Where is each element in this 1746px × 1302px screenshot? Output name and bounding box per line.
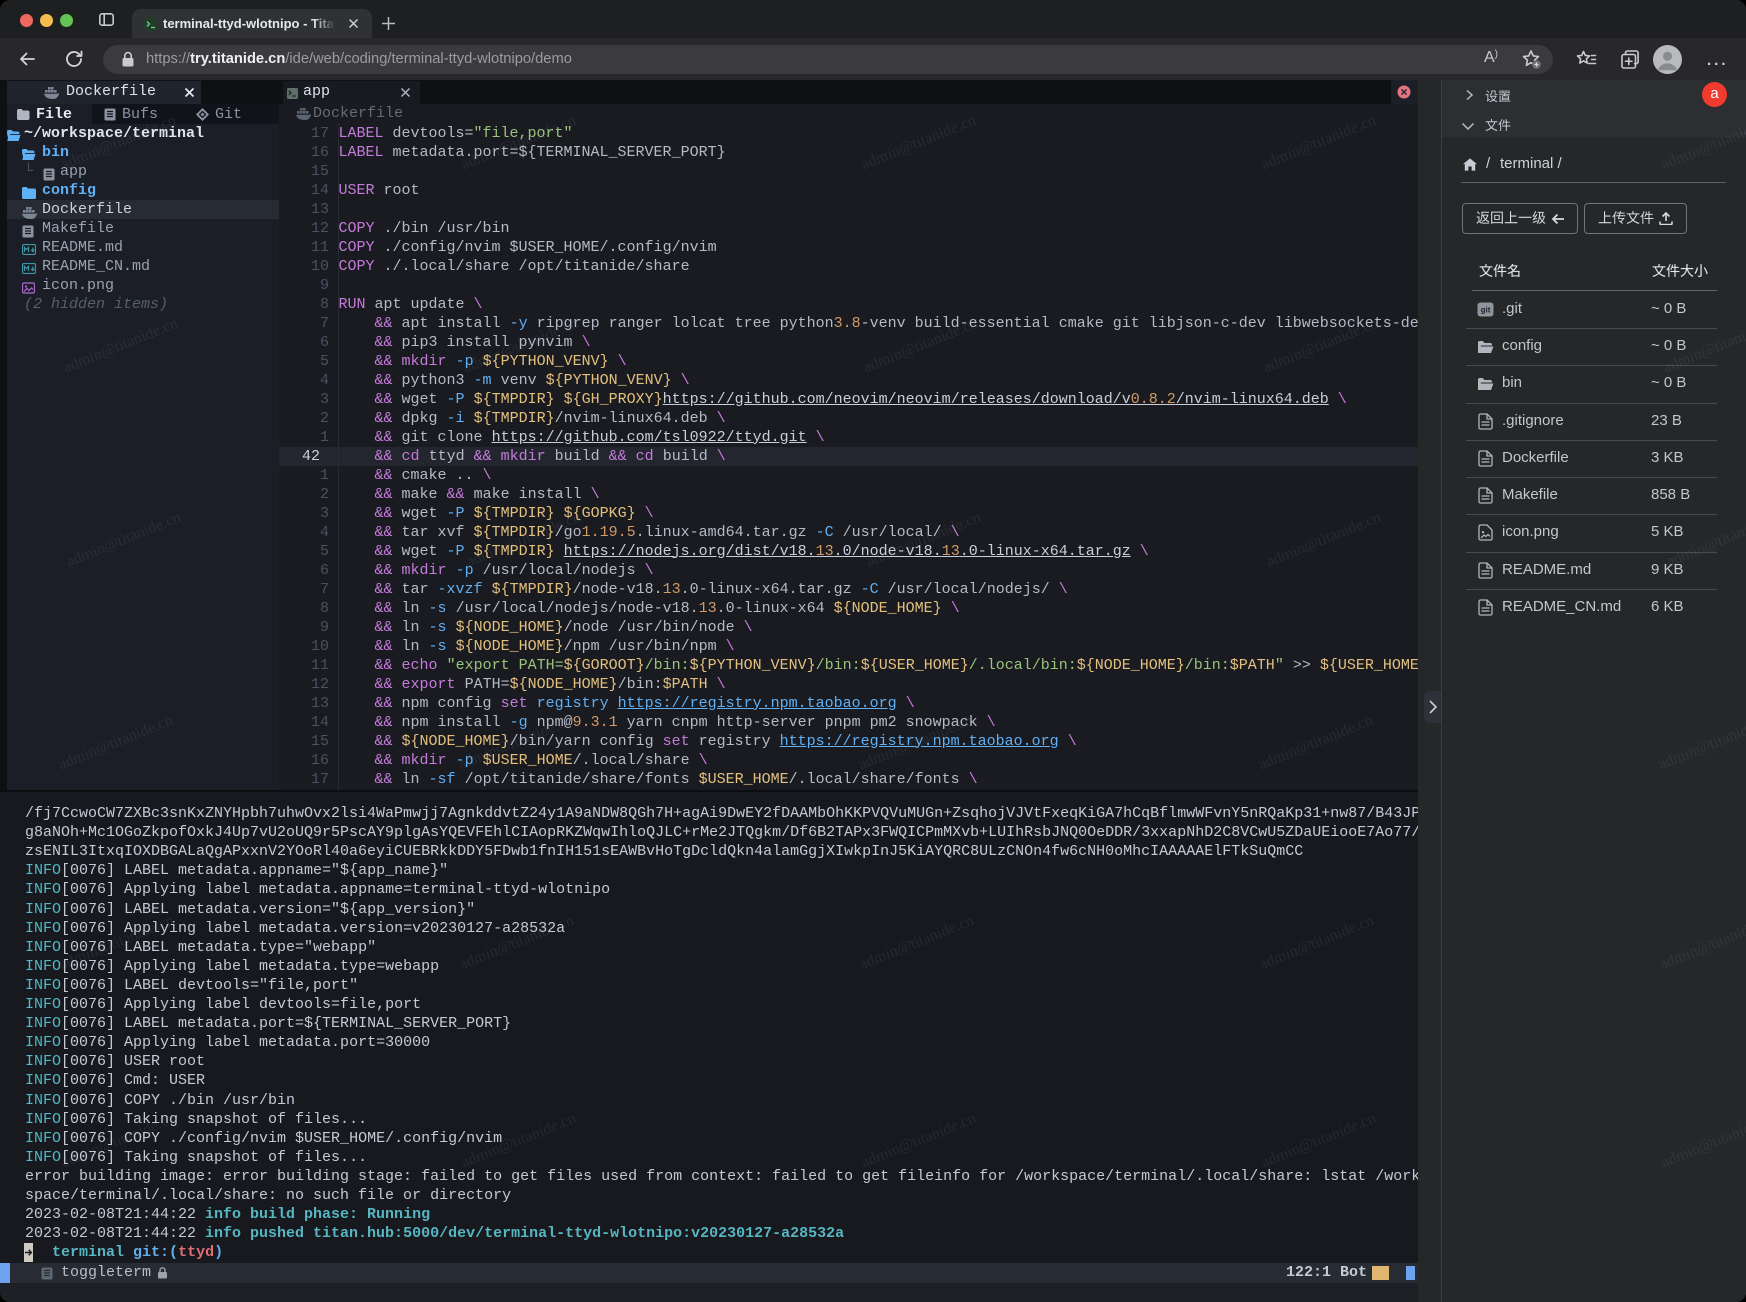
svg-text:git: git: [1481, 305, 1491, 314]
